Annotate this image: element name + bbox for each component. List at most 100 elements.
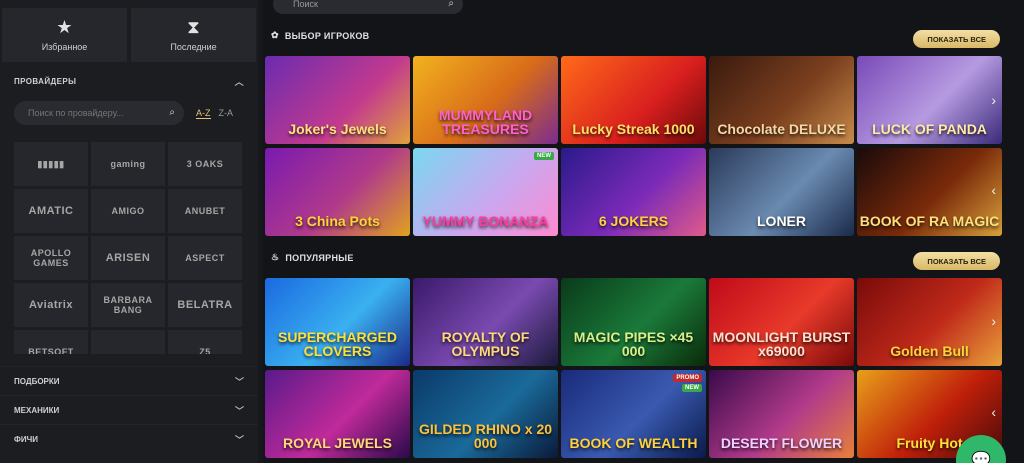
game-title: Golden Bull — [890, 343, 969, 359]
recent-button[interactable]: ⧗ Последние — [131, 8, 256, 62]
favorites-button[interactable]: ★ Избранное — [2, 8, 127, 62]
section-title-popular: ♨ ПОПУЛЯРНЫЕ — [271, 252, 354, 263]
chevron-down-icon: ﹀ — [234, 405, 244, 416]
recent-label: Последние — [170, 42, 217, 52]
game-badge: NEW — [682, 384, 702, 392]
game-title: ROYALTY OF OLYMPUS — [441, 329, 530, 359]
game-title: Fruity Hot — [896, 435, 963, 451]
game-tile[interactable]: LUCK OF PANDA — [857, 56, 1002, 144]
show-all-button[interactable]: ПОКАЗАТЬ ВСЕ — [913, 252, 1000, 270]
game-tile[interactable]: BOOK OF RA MAGIC — [857, 148, 1002, 236]
game-title: Lucky Streak 1000 — [572, 121, 695, 137]
game-tile[interactable]: 3 China Pots — [265, 148, 410, 236]
game-tile[interactable]: Chocolate DELUXE — [709, 56, 854, 144]
sort-za[interactable]: Z-A — [219, 108, 234, 119]
game-tile[interactable]: Joker's Jewels — [265, 56, 410, 144]
providers-title: ПРОВАЙДЕРЫ — [14, 76, 77, 86]
search-icon[interactable]: ⌕ — [448, 0, 454, 9]
provider-tile[interactable]: 3 OAKS — [168, 142, 242, 186]
section-title-text: ВЫБОР ИГРОКОВ — [284, 30, 370, 41]
sort-az[interactable]: A-Z — [196, 108, 211, 119]
provider-tile[interactable] — [91, 330, 165, 354]
game-tile[interactable]: MOONLIGHT BURST x69000 — [709, 278, 854, 366]
game-tile[interactable]: ROYALTY OF OLYMPUS — [413, 278, 558, 366]
game-title: YUMMY BONANZA — [422, 213, 549, 229]
main-content: Поиск ⌕ ✿ ВЫБОР ИГРОКОВ ПОКАЗАТЬ ВСЕ Jok… — [263, 0, 1024, 463]
game-title: BOOK OF WEALTH — [569, 435, 698, 451]
game-title: Joker's Jewels — [288, 121, 387, 137]
game-tile[interactable]: 6 JOKERS — [561, 148, 706, 236]
game-title: LUCK OF PANDA — [872, 121, 987, 137]
chevron-right-icon[interactable]: › — [991, 313, 996, 329]
game-badge: NEW — [534, 152, 554, 160]
sidebar: ★ Избранное ⧗ Последние ПРОВАЙДЕРЫ ︿ ⌕ A… — [0, 0, 258, 463]
game-tile[interactable]: YUMMY BONANZA NEW — [413, 148, 558, 236]
star-icon: ★ — [56, 17, 73, 37]
chevron-up-icon: ︿ — [234, 76, 244, 87]
provider-tile[interactable]: ASPECT — [168, 236, 242, 280]
provider-tile[interactable]: APOLLO GAMES — [14, 236, 88, 280]
filter-mechanics[interactable]: МЕХАНИКИ ﹀ — [0, 395, 258, 424]
search-icon[interactable]: ⌕ — [169, 107, 175, 118]
provider-tile[interactable]: Aviatrix — [14, 283, 88, 327]
game-tile[interactable]: LONER — [709, 148, 854, 236]
game-tile[interactable]: DESERT FLOWER — [709, 370, 854, 458]
chevron-down-icon: ﹀ — [234, 376, 244, 387]
chat-icon: 💬 — [971, 452, 991, 463]
sidebar-filters: ПОДБОРКИ ﹀ МЕХАНИКИ ﹀ ФИЧИ ﹀ — [0, 366, 258, 453]
provider-tile[interactable]: AMIGO — [91, 189, 165, 233]
provider-tile[interactable]: ARISEN — [91, 236, 165, 280]
show-all-button[interactable]: ПОКАЗАТЬ ВСЕ — [913, 30, 1000, 48]
filter-label: ПОДБОРКИ — [14, 376, 60, 386]
section-title-text: ПОПУЛЯРНЫЕ — [285, 252, 354, 263]
hourglass-icon: ⧗ — [187, 17, 200, 37]
game-tile[interactable]: Golden Bull — [857, 278, 1002, 366]
sort-toggle: A-Z Z-A — [196, 108, 233, 119]
game-tile[interactable]: GILDED RHINO x 20 000 — [413, 370, 558, 458]
lotus-icon: ✿ — [271, 30, 279, 40]
game-title: GILDED RHINO x 20 000 — [418, 421, 553, 451]
game-title: LONER — [757, 213, 806, 229]
chevron-left-icon[interactable]: ‹ — [991, 182, 996, 198]
game-tile[interactable]: ROYAL JEWELS — [265, 370, 410, 458]
game-title: ROYAL JEWELS — [283, 435, 392, 451]
game-tile[interactable]: BOOK OF WEALTH PROMO NEW — [561, 370, 706, 458]
players-choice-grid: Joker's Jewels MUMMYLAND TREASURES Lucky S… — [265, 56, 1005, 236]
game-title: 6 JOKERS — [598, 213, 669, 229]
game-tile[interactable]: MUMMYLAND TREASURES — [413, 56, 558, 144]
filter-collections[interactable]: ПОДБОРКИ ﹀ — [0, 366, 258, 395]
provider-tile[interactable]: ▮▮▮▮▮ — [14, 142, 88, 186]
game-title: MAGIC PIPES ×45 000 — [573, 329, 694, 359]
provider-tile[interactable]: BETSOFT — [14, 330, 88, 354]
provider-search-wrap: ⌕ — [14, 101, 184, 125]
game-tile[interactable]: SUPERCHARGED CLOVERS — [265, 278, 410, 366]
game-title: Chocolate DELUXE — [717, 121, 846, 137]
popular-grid: SUPERCHARGED CLOVERS ROYALTY OF OLYMPUS MA… — [265, 278, 1005, 458]
game-title: DESERT FLOWER — [720, 435, 843, 451]
provider-tile[interactable]: BARBARA BANG — [91, 283, 165, 327]
game-title: BOOK OF RA MAGIC — [859, 213, 1000, 229]
game-tile[interactable]: MAGIC PIPES ×45 000 — [561, 278, 706, 366]
provider-tile[interactable]: AMATIC — [14, 189, 88, 233]
filter-features[interactable]: ФИЧИ ﹀ — [0, 424, 258, 453]
game-search-placeholder: Поиск — [293, 0, 318, 9]
favorites-label: Избранное — [41, 42, 88, 52]
chevron-right-icon[interactable]: › — [991, 92, 996, 108]
game-search-input[interactable]: Поиск ⌕ — [273, 0, 463, 14]
game-tile[interactable]: Lucky Streak 1000 — [561, 56, 706, 144]
chevron-down-icon: ﹀ — [234, 434, 244, 445]
provider-tile[interactable]: Z5 — [168, 330, 242, 354]
game-title: 3 China Pots — [295, 213, 380, 229]
fire-icon: ♨ — [271, 252, 280, 262]
provider-tile[interactable]: ANUBET — [168, 189, 242, 233]
provider-grid: ▮▮▮▮▮ gaming 3 OAKS AMATIC AMIGO ANUBET … — [14, 142, 242, 354]
provider-search-row: ⌕ A-Z Z-A — [0, 100, 258, 126]
provider-tile[interactable]: gaming — [91, 142, 165, 186]
providers-header[interactable]: ПРОВАЙДЕРЫ ︿ — [0, 66, 258, 96]
filter-label: МЕХАНИКИ — [14, 405, 60, 415]
game-title: SUPERCHARGED CLOVERS — [277, 329, 397, 359]
provider-tile[interactable]: BELATRA — [168, 283, 242, 327]
provider-search-input[interactable] — [14, 101, 184, 125]
chevron-left-icon[interactable]: ‹ — [991, 404, 996, 420]
quick-links: ★ Избранное ⧗ Последние — [0, 0, 258, 62]
